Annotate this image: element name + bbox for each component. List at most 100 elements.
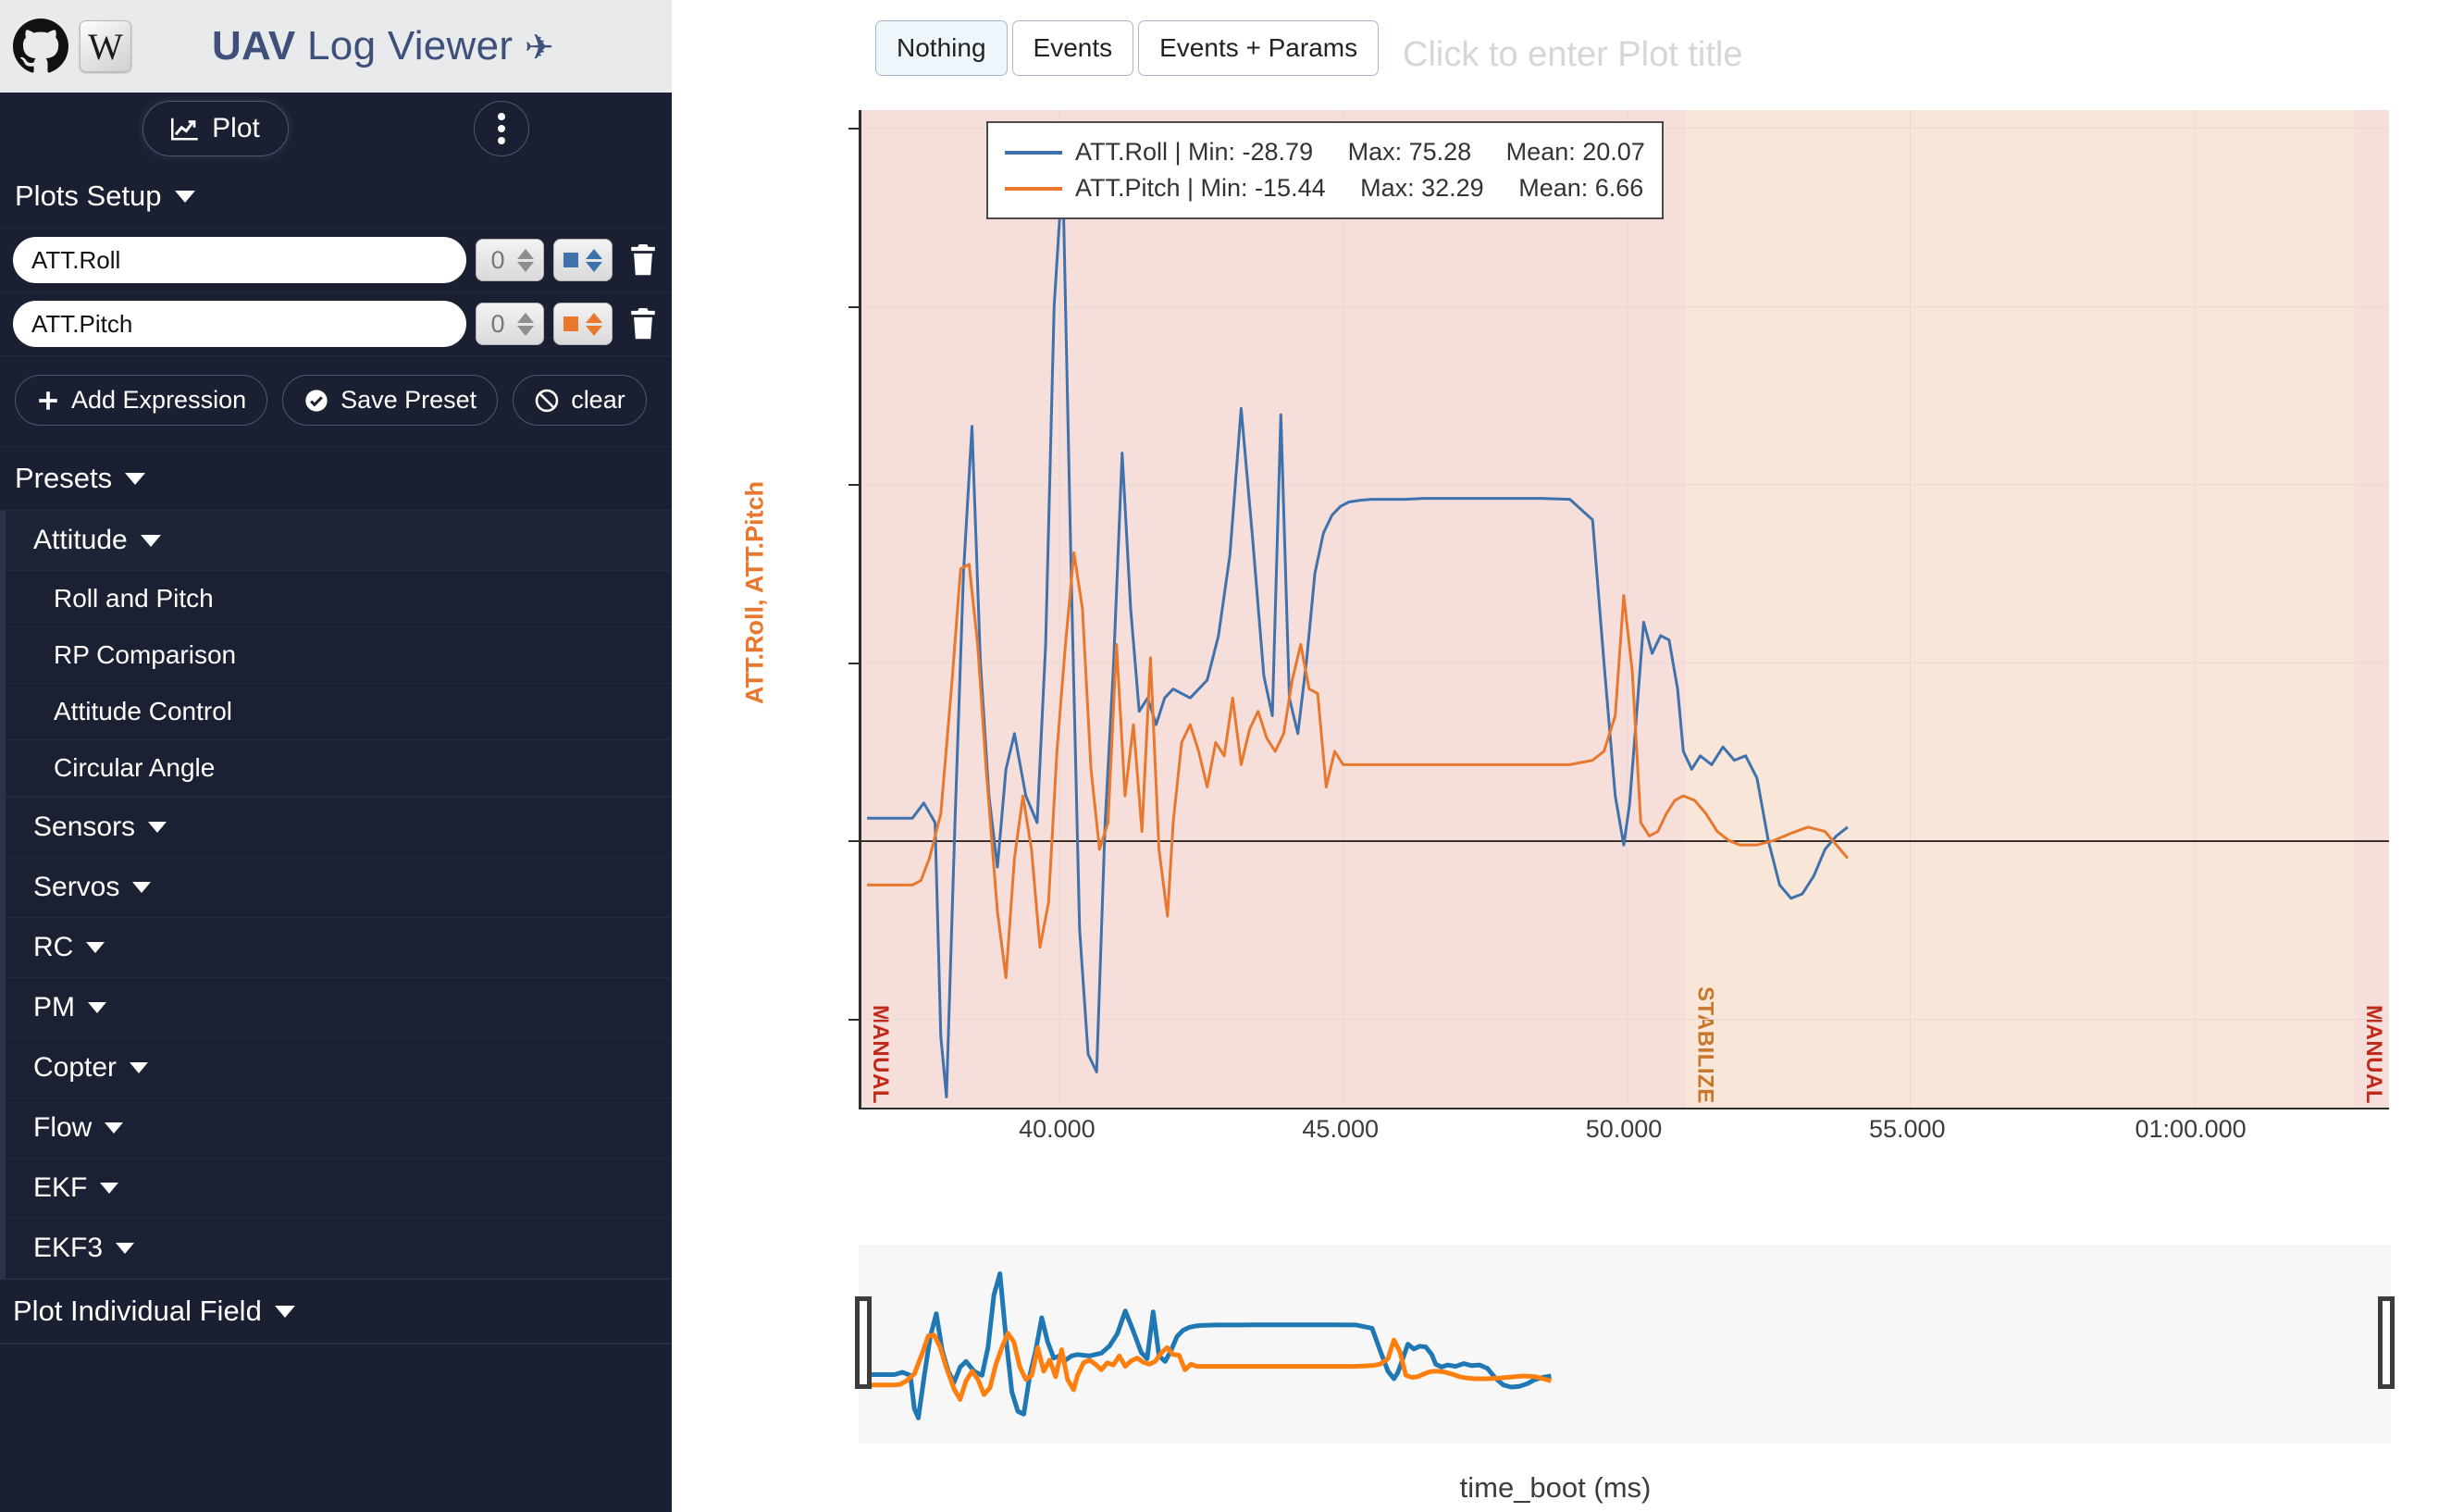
navigator-handle-right[interactable]	[2378, 1296, 2395, 1389]
x-axis-tick-label: 40.000	[1019, 1115, 1096, 1144]
chart-container: ATT.Roll, ATT.Pitch -20020406080 MANUALS…	[672, 97, 2439, 1221]
chart-legend: ATT.Roll | Min: -28.79 Max: 75.28 Mean: …	[986, 121, 1664, 219]
x-axis-line	[859, 1108, 2389, 1109]
save-preset-label: Save Preset	[340, 386, 477, 415]
preset-group-label: Attitude	[33, 525, 128, 556]
trash-icon[interactable]	[627, 242, 659, 278]
offset-stepper-pitch[interactable]: 0	[476, 303, 544, 345]
plots-setup-header[interactable]: Plots Setup	[0, 165, 672, 229]
preset-group-header-attitude[interactable]: Attitude	[0, 511, 672, 571]
tab-nothing[interactable]: Nothing	[875, 20, 1008, 76]
category-label: Servos	[33, 872, 119, 903]
category-label: EKF	[33, 1172, 87, 1204]
main-panel: Nothing Events Events + Params Click to …	[672, 0, 2439, 1512]
expression-input-pitch[interactable]	[13, 301, 466, 347]
save-preset-button[interactable]: Save Preset	[282, 375, 498, 426]
airplane-icon: ✈	[525, 29, 554, 68]
legend-item: ATT.Roll | Min: -28.79 Max: 75.28 Mean: …	[1005, 134, 1645, 170]
axis-stepper-pitch[interactable]	[553, 303, 613, 345]
presets-header[interactable]: Presets	[0, 447, 672, 511]
chevron-down-icon	[141, 535, 161, 547]
category-label: EKF3	[33, 1233, 103, 1264]
plot-title-placeholder[interactable]: Click to enter Plot title	[1403, 35, 1742, 75]
plot-individual-field-header[interactable]: Plot Individual Field	[0, 1279, 672, 1344]
expression-row: 0	[0, 229, 672, 292]
expression-input-roll[interactable]	[13, 237, 466, 283]
chevron-down-icon	[100, 1183, 118, 1194]
axis-stepper-roll[interactable]	[553, 239, 613, 281]
legend-label: ATT.Pitch | Min: -15.44 Max: 32.29 Mean:…	[1075, 170, 1643, 206]
series-line-att-pitch	[867, 552, 1848, 977]
x-axis-title: time_boot (ms)	[672, 1471, 2439, 1505]
app-title-rest: Log Viewer	[296, 23, 514, 68]
category-label: Copter	[33, 1052, 117, 1084]
plot-area[interactable]: MANUALSTABILIZEMANUALATT.Roll | Min: -28…	[859, 110, 2389, 1108]
x-axis-tick-label: 45.000	[1302, 1115, 1379, 1144]
category-label: Sensors	[33, 812, 135, 843]
sidebar-nav-row: Plot	[0, 93, 672, 165]
github-icon[interactable]	[13, 19, 68, 74]
plots-setup-label: Plots Setup	[15, 180, 162, 213]
app-title-bold: UAV	[212, 23, 296, 68]
category-ekf[interactable]: EKF	[0, 1159, 672, 1219]
chevron-down-icon	[86, 942, 105, 953]
wikipedia-icon[interactable]: W	[80, 20, 131, 72]
check-circle-icon	[303, 388, 329, 414]
legend-item: ATT.Pitch | Min: -15.44 Max: 32.29 Mean:…	[1005, 170, 1645, 206]
stepper-arrows-icon[interactable]	[586, 313, 602, 336]
legend-color-swatch	[1005, 151, 1062, 155]
navigator-handle-left[interactable]	[855, 1296, 872, 1389]
preset-item-rp-comparison[interactable]: RP Comparison	[0, 627, 672, 684]
clear-label: clear	[571, 386, 625, 415]
clear-button[interactable]: clear	[513, 375, 647, 426]
preset-group-attitude: Attitude Roll and Pitch RP Comparison At…	[0, 511, 672, 798]
category-copter[interactable]: Copter	[0, 1038, 672, 1098]
preset-item-circular-angle[interactable]: Circular Angle	[0, 740, 672, 797]
kebab-dot	[498, 137, 505, 144]
kebab-dot	[498, 125, 505, 132]
app-header: W UAV Log Viewer ✈	[0, 0, 672, 93]
chart-line-icon	[171, 117, 199, 141]
expression-actions: Add Expression Save Preset clear	[0, 356, 672, 447]
range-navigator[interactable]	[859, 1245, 2391, 1444]
legend-color-swatch	[1005, 187, 1062, 191]
offset-value: 0	[486, 310, 510, 339]
chevron-down-icon	[130, 1062, 148, 1073]
chevron-down-icon	[148, 822, 167, 833]
legend-label: ATT.Roll | Min: -28.79 Max: 75.28 Mean: …	[1075, 134, 1645, 170]
offset-stepper-roll[interactable]: 0	[476, 239, 544, 281]
category-label: PM	[33, 992, 75, 1023]
chevron-down-icon	[275, 1306, 295, 1318]
series-line-att-roll	[867, 170, 1848, 1097]
category-ekf3[interactable]: EKF3	[0, 1219, 672, 1279]
category-flow[interactable]: Flow	[0, 1098, 672, 1159]
category-rc[interactable]: RC	[0, 918, 672, 978]
x-axis-tick-label: 55.000	[1869, 1115, 1946, 1144]
more-options-button[interactable]	[474, 101, 529, 156]
add-expression-label: Add Expression	[71, 386, 246, 415]
category-servos[interactable]: Servos	[0, 858, 672, 918]
stepper-arrows-icon[interactable]	[517, 313, 534, 336]
plot-individual-field-label: Plot Individual Field	[13, 1295, 262, 1328]
preset-item-roll-and-pitch[interactable]: Roll and Pitch	[0, 571, 672, 627]
trash-icon[interactable]	[627, 306, 659, 341]
expression-row: 0	[0, 292, 672, 356]
plus-icon	[36, 389, 60, 413]
series-color-swatch	[563, 316, 578, 331]
app-root: W UAV Log Viewer ✈ Plot Plot	[0, 0, 2439, 1512]
offset-value: 0	[486, 246, 510, 275]
series-color-swatch	[563, 253, 578, 267]
category-sensors[interactable]: Sensors	[0, 798, 672, 858]
tab-events-params[interactable]: Events + Params	[1138, 20, 1379, 76]
preset-item-attitude-control[interactable]: Attitude Control	[0, 684, 672, 740]
chevron-down-icon	[88, 1002, 106, 1013]
y-axis-title: ATT.Roll, ATT.Pitch	[741, 473, 770, 713]
chevron-down-icon	[125, 473, 145, 485]
category-pm[interactable]: PM	[0, 978, 672, 1038]
tab-events[interactable]: Events	[1012, 20, 1134, 76]
plot-button[interactable]: Plot	[142, 101, 289, 156]
stepper-arrows-icon[interactable]	[586, 249, 602, 272]
add-expression-button[interactable]: Add Expression	[15, 375, 267, 426]
stepper-arrows-icon[interactable]	[517, 249, 534, 272]
category-label: RC	[33, 932, 73, 963]
